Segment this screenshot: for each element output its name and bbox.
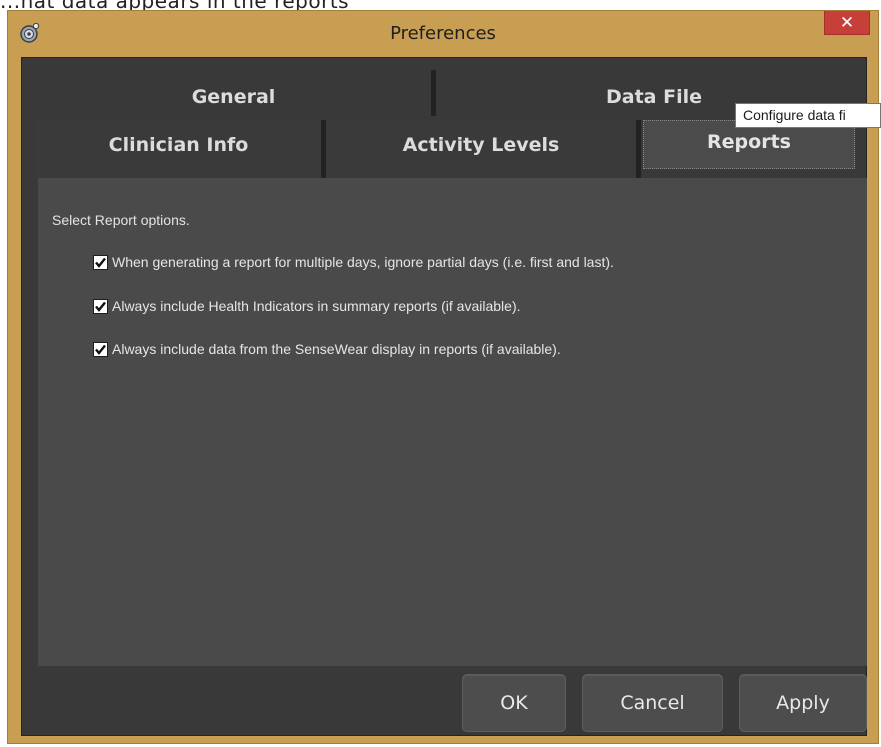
tab-data-file-label: Data File [606, 86, 703, 108]
tab-activity-levels-label: Activity Levels [402, 134, 560, 156]
tab-general-label: General [191, 86, 276, 108]
option-label: Always include Health Indicators in summ… [112, 298, 521, 314]
apply-button[interactable]: Apply [739, 674, 867, 732]
checkbox-sensewear-display[interactable] [93, 341, 108, 357]
tab-clinician-info-label: Clinician Info [108, 134, 249, 156]
title-bar[interactable]: Preferences ✕ [8, 11, 878, 57]
option-sensewear-display[interactable]: Always include data from the SenseWear d… [93, 339, 561, 359]
tab-clinician-info[interactable]: Clinician Info [36, 120, 321, 178]
dialog-client-area: General Data File Clinician Info Activit… [21, 57, 867, 736]
tab-activity-levels[interactable]: Activity Levels [326, 120, 636, 178]
checkbox-ignore-partial-days[interactable] [93, 254, 108, 270]
window-title: Preferences [390, 23, 496, 44]
option-label: Always include data from the SenseWear d… [112, 341, 561, 357]
ok-button[interactable]: OK [462, 674, 566, 732]
option-label: When generating a report for multiple da… [112, 254, 614, 270]
tab-divider [636, 120, 641, 178]
reports-panel: Select Report options. When generating a… [38, 178, 867, 666]
checkmark-icon [95, 301, 106, 312]
close-button[interactable]: ✕ [824, 11, 870, 35]
tab-general[interactable]: General [36, 70, 431, 116]
close-icon: ✕ [839, 13, 855, 33]
tab-reports-label: Reports [707, 131, 791, 153]
tooltip: Configure data fi [735, 103, 881, 128]
cancel-button[interactable]: Cancel [582, 674, 723, 732]
option-ignore-partial-days[interactable]: When generating a report for multiple da… [93, 252, 614, 272]
checkmark-icon [95, 257, 106, 268]
option-health-indicators[interactable]: Always include Health Indicators in summ… [93, 296, 521, 316]
panel-instructions: Select Report options. [52, 212, 190, 228]
checkmark-icon [95, 344, 106, 355]
checkbox-health-indicators[interactable] [93, 298, 108, 314]
